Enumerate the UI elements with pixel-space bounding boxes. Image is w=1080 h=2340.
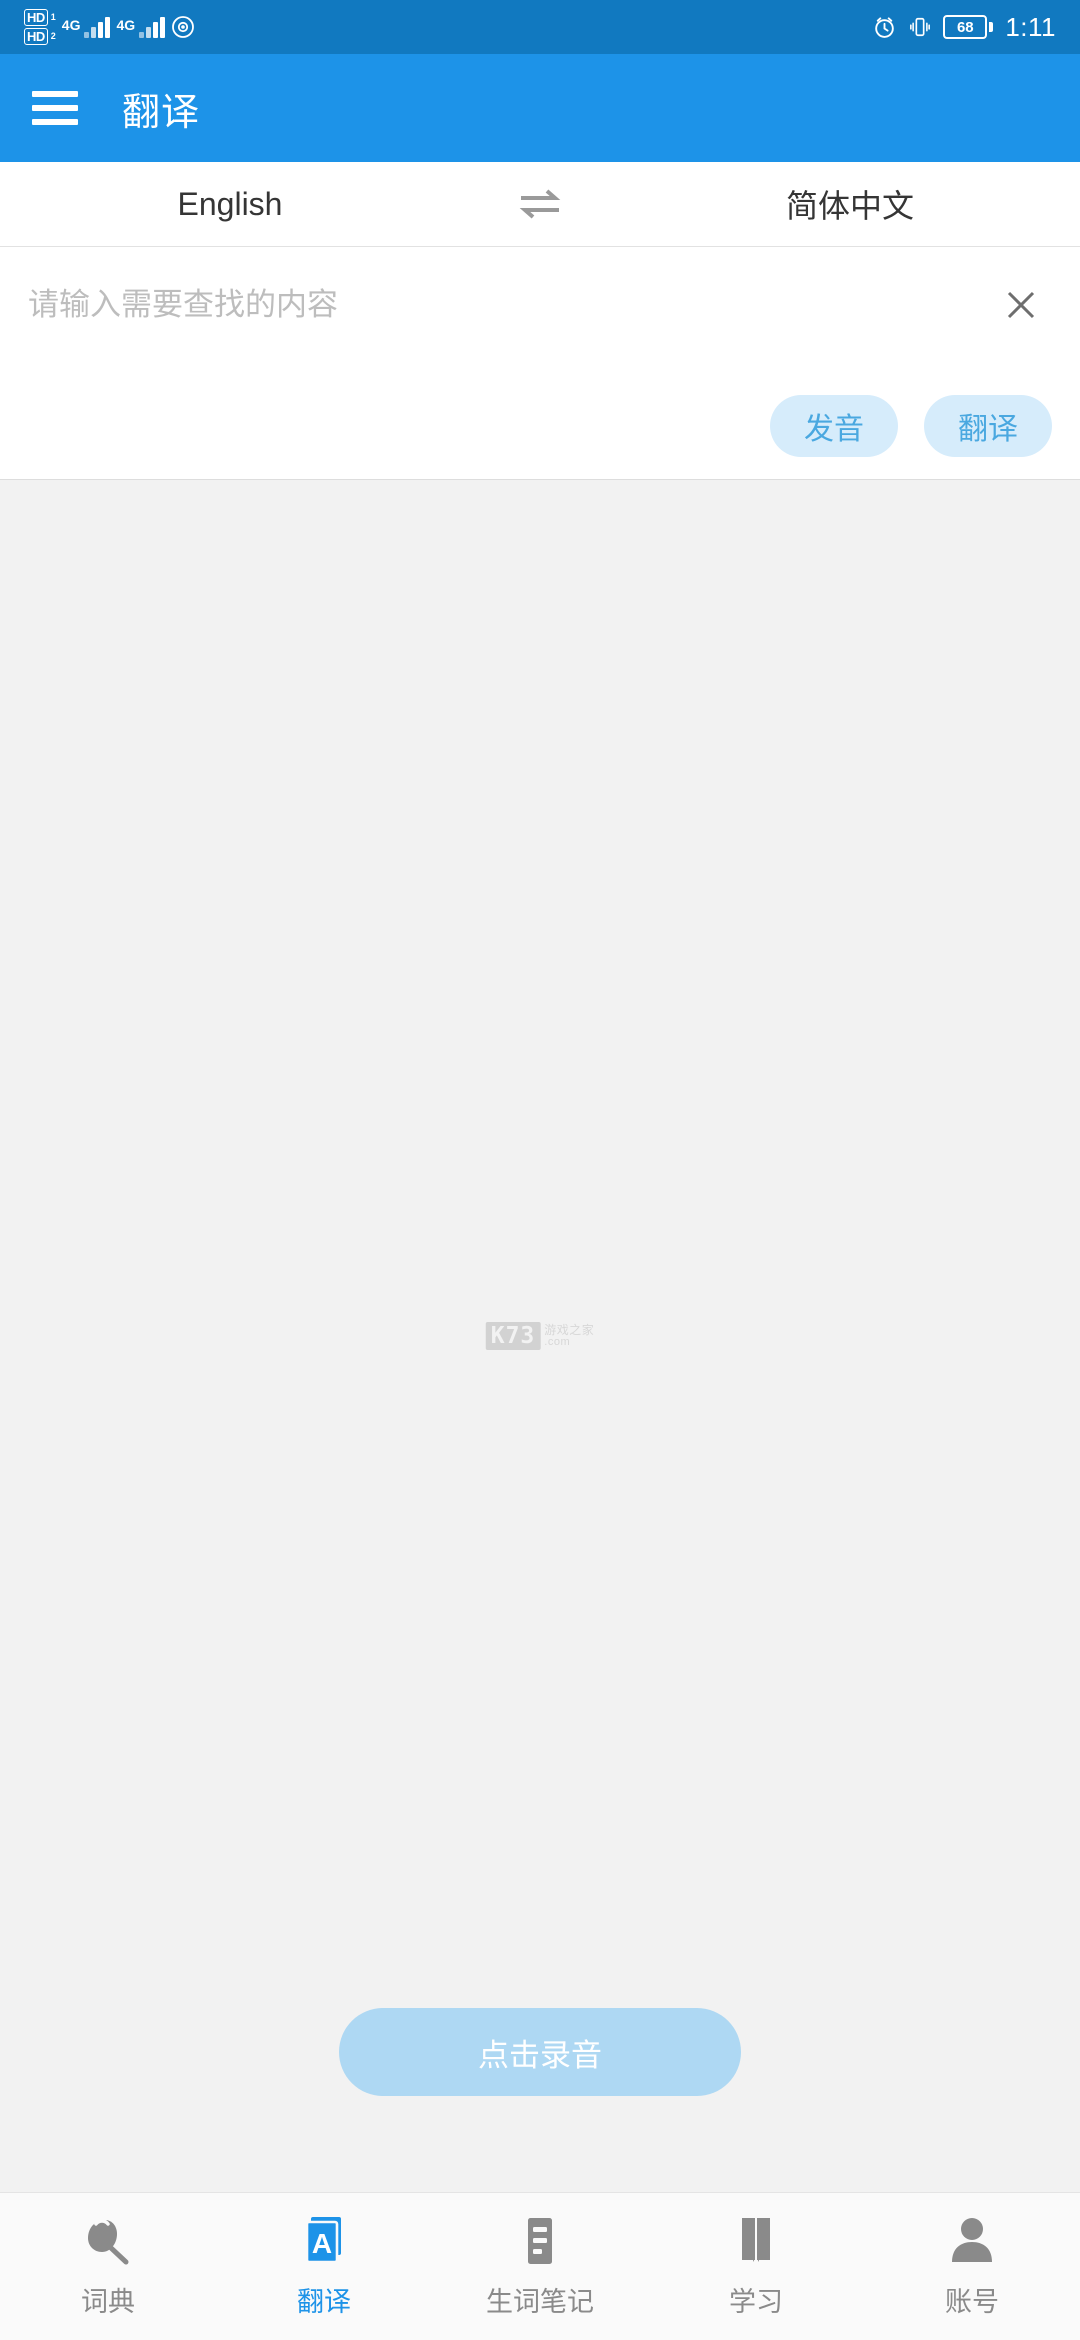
- open-book-icon: [729, 2214, 783, 2268]
- source-language-selector[interactable]: English: [0, 186, 460, 223]
- signal-sim2: 4G: [116, 16, 166, 38]
- nav-item-study[interactable]: 学习: [648, 2214, 864, 2319]
- alarm-icon: [872, 15, 897, 40]
- nav-item-dictionary[interactable]: 词典: [0, 2214, 216, 2319]
- close-x-icon[interactable]: [998, 282, 1044, 328]
- signal-bars-icon-sim2: [139, 16, 166, 38]
- input-action-buttons: 发音 翻译: [770, 395, 1052, 457]
- status-bar-left: HD 1 HD 2 4G 4G: [24, 9, 195, 45]
- app-bar: 翻译: [0, 54, 1080, 162]
- status-bar-right: 68 1:11: [872, 14, 1056, 40]
- target-language-selector[interactable]: 简体中文: [620, 181, 1080, 227]
- signal-sim1: 4G: [62, 16, 111, 38]
- nav-label-study: 学习: [729, 2287, 783, 2317]
- network-type-label-sim2: 4G: [116, 17, 136, 33]
- swap-arrows-icon: [517, 187, 563, 221]
- nav-label-translate: 翻译: [297, 2287, 351, 2317]
- search-input-row: [0, 247, 1080, 329]
- svg-text:A: A: [312, 2228, 332, 2259]
- watermark-logo: K73: [485, 1322, 541, 1350]
- eye-comfort-icon: [171, 15, 195, 39]
- battery-cap: [989, 22, 994, 32]
- person-account-icon: [945, 2214, 999, 2268]
- vibrate-icon: [909, 14, 931, 40]
- notes-list-icon: [513, 2214, 567, 2268]
- status-bar: HD 1 HD 2 4G 4G 68 1:11: [0, 0, 1080, 54]
- magnifier-icon: [81, 2214, 135, 2268]
- status-bar-clock: 1:11: [1005, 12, 1056, 42]
- translation-result-area: K73 游戏之家 .com 点击录音: [0, 480, 1080, 2192]
- translation-input-card: 发音 翻译: [0, 247, 1080, 480]
- battery-indicator: 68: [943, 15, 994, 39]
- watermark-domain: .com: [544, 1335, 571, 1348]
- nav-label-vocabulary-notes: 生词笔记: [486, 2287, 594, 2317]
- search-input[interactable]: [28, 281, 998, 329]
- translate-card-a-icon: A: [297, 2214, 351, 2268]
- nav-label-account: 账号: [945, 2287, 999, 2317]
- bottom-navigation-bar: 词典 A 翻译 生词笔记 学习 账号: [0, 2192, 1080, 2340]
- record-button[interactable]: 点击录音: [339, 2008, 741, 2096]
- page-title: 翻译: [122, 91, 201, 134]
- nav-item-account[interactable]: 账号: [864, 2214, 1080, 2319]
- pronounce-button[interactable]: 发音: [770, 395, 898, 457]
- swap-languages-button[interactable]: [460, 187, 620, 221]
- language-selector-bar: English 简体中文: [0, 162, 1080, 247]
- hd-badge-sim1: HD: [24, 9, 48, 26]
- battery-level-text: 68: [943, 15, 988, 39]
- nav-label-dictionary: 词典: [81, 2287, 135, 2317]
- volte-hd-indicators: HD 1 HD 2: [24, 9, 56, 45]
- hd-badge-sim2: HD: [24, 28, 48, 45]
- watermark: K73 游戏之家 .com: [485, 1322, 595, 1350]
- translate-button[interactable]: 翻译: [924, 395, 1052, 457]
- app-screen: HD 1 HD 2 4G 4G 68 1:11 翻译 English 简体中文 …: [0, 0, 1080, 2340]
- watermark-text: 游戏之家 .com: [544, 1324, 594, 1348]
- hd-sim2-number: 2: [50, 31, 56, 41]
- signal-bars-icon-sim1: [84, 16, 111, 38]
- nav-item-translate[interactable]: A 翻译: [216, 2214, 432, 2319]
- nav-item-vocabulary-notes[interactable]: 生词笔记: [432, 2214, 648, 2319]
- hd-sim1-number: 1: [50, 12, 56, 22]
- watermark-site-name: 游戏之家: [544, 1322, 595, 1337]
- hamburger-menu-icon[interactable]: [32, 91, 78, 125]
- network-type-label-sim1: 4G: [61, 17, 81, 33]
